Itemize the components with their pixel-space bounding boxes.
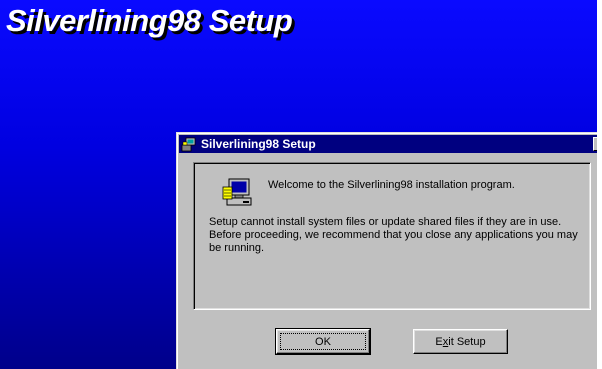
setup-computer-icon bbox=[181, 137, 196, 152]
computer-icon bbox=[222, 178, 252, 206]
setup-dialog: Silverlining98 Setup × Welcome to the Si… bbox=[176, 132, 597, 369]
ok-button[interactable]: OK bbox=[275, 328, 371, 355]
message-panel: Welcome to the Silverlining98 installati… bbox=[193, 162, 591, 310]
dialog-title: Silverlining98 Setup bbox=[201, 137, 316, 151]
setup-background: Silverlining98 Setup Silverlining98 Setu… bbox=[0, 0, 597, 369]
welcome-message: Welcome to the Silverlining98 installati… bbox=[268, 179, 515, 191]
exit-setup-button[interactable]: Exit Setup bbox=[413, 329, 508, 354]
setup-heading: Silverlining98 Setup bbox=[6, 3, 293, 38]
focus-rectangle bbox=[280, 333, 366, 350]
dialog-titlebar[interactable]: Silverlining98 Setup × bbox=[179, 135, 597, 153]
close-button[interactable]: × bbox=[593, 137, 597, 151]
warning-message: Setup cannot install system files or upd… bbox=[209, 216, 578, 254]
exit-setup-label: Exit Setup bbox=[435, 335, 486, 348]
